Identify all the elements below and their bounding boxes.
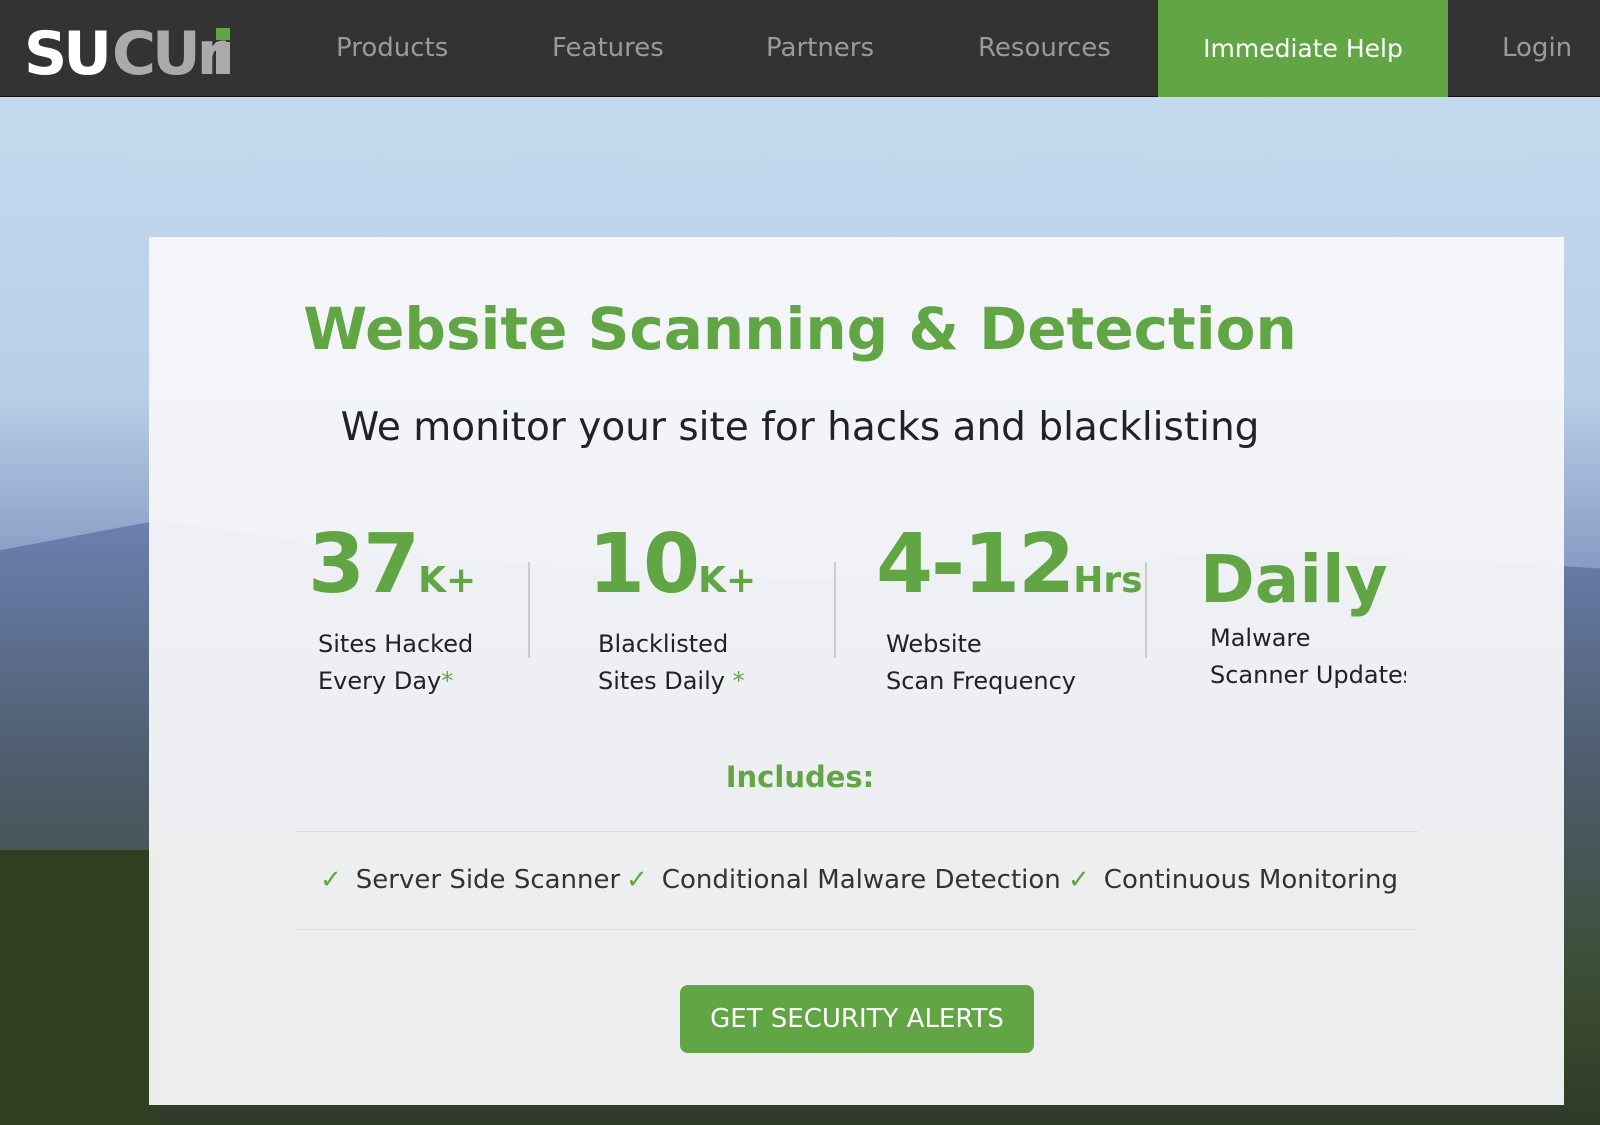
background-trees bbox=[0, 850, 160, 1125]
stat-label: Scan Frequency bbox=[886, 667, 1076, 695]
feature-label: Server Side Scanner bbox=[355, 865, 621, 895]
svg-text:SU: SU bbox=[24, 22, 108, 78]
feature-item: ✓ Server Side Scanner bbox=[320, 865, 620, 895]
nav-partners[interactable]: Partners bbox=[766, 0, 874, 97]
stat-value: 4-12 bbox=[876, 517, 1075, 612]
divider bbox=[528, 562, 530, 658]
get-security-alerts-button[interactable]: GET SECURITY ALERTS bbox=[680, 985, 1034, 1053]
stat-suffix: K+ bbox=[418, 560, 477, 601]
feature-item: ✓ Conditional Malware Detection bbox=[626, 865, 1061, 895]
divider bbox=[1145, 562, 1147, 658]
stat-label: Malware bbox=[1210, 624, 1311, 652]
stat-suffix: Hrs bbox=[1073, 560, 1143, 601]
feature-item: ✓ Continuous Monitoring bbox=[1068, 865, 1398, 895]
svg-text:CUr: CUr bbox=[112, 22, 227, 78]
stat-suffix: K+ bbox=[698, 560, 757, 601]
stat-value: Daily bbox=[1200, 541, 1388, 618]
stat-daily-updates: Daily Malware Scanner Updates bbox=[1200, 540, 1406, 694]
divider bbox=[296, 929, 1418, 930]
divider bbox=[834, 562, 836, 658]
stat-label: Website bbox=[886, 630, 982, 658]
sucuri-logo[interactable]: SU CUr bbox=[24, 22, 234, 78]
page-title: Website Scanning & Detection bbox=[303, 295, 1297, 363]
check-icon: ✓ bbox=[320, 865, 342, 895]
stat-label: Blacklisted bbox=[598, 630, 729, 658]
stat-value: 10 bbox=[588, 517, 700, 612]
stat-value: 37 bbox=[308, 517, 420, 612]
top-nav: SU CUr Products Features Partners Resour… bbox=[0, 0, 1600, 97]
stat-scan-frequency: 4-12Hrs Website Scan Frequency bbox=[876, 520, 1143, 700]
check-icon: ✓ bbox=[1068, 865, 1090, 895]
check-icon: ✓ bbox=[626, 865, 648, 895]
stat-sites-hacked: 37K+ Sites Hacked Every Day* bbox=[308, 520, 476, 700]
page-subtitle: We monitor your site for hacks and black… bbox=[340, 405, 1260, 450]
divider bbox=[296, 831, 1418, 832]
includes-heading: Includes: bbox=[725, 760, 875, 794]
nav-features[interactable]: Features bbox=[552, 0, 664, 97]
stat-blacklisted: 10K+ Blacklisted Sites Daily * bbox=[588, 520, 756, 700]
nav-products[interactable]: Products bbox=[336, 0, 448, 97]
asterisk: * bbox=[724, 667, 745, 695]
feature-label: Continuous Monitoring bbox=[1103, 865, 1398, 895]
stat-label: Scanner Updates bbox=[1210, 661, 1406, 689]
stat-label: Every Day bbox=[318, 667, 442, 695]
stat-label: Sites Daily bbox=[598, 667, 725, 695]
feature-label: Conditional Malware Detection bbox=[661, 865, 1061, 895]
nav-login[interactable]: Login bbox=[1502, 0, 1572, 97]
asterisk: * bbox=[441, 667, 454, 695]
nav-resources[interactable]: Resources bbox=[978, 0, 1111, 97]
nav-immediate-help[interactable]: Immediate Help bbox=[1158, 0, 1448, 97]
stat-label: Sites Hacked bbox=[318, 630, 474, 658]
